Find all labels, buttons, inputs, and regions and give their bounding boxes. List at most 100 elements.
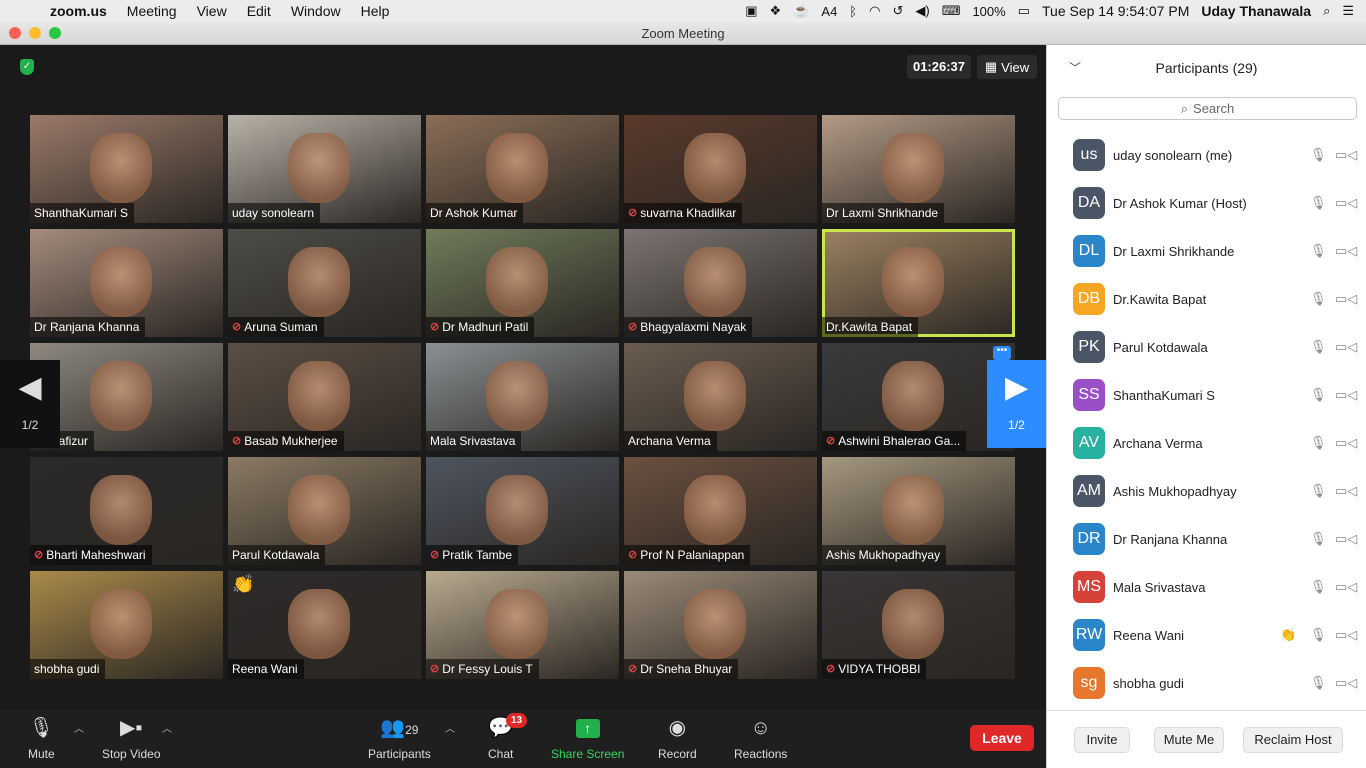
video-camera-icon[interactable]: ▭◁: [1335, 147, 1357, 163]
video-camera-icon[interactable]: ▭◁: [1335, 531, 1357, 547]
participants-button[interactable]: 👥29 Participants: [368, 714, 431, 761]
coffee-icon[interactable]: ☕: [793, 3, 809, 19]
microphone-icon[interactable]: 🎙: [1310, 339, 1327, 355]
video-tile[interactable]: Dr Ranjana Khanna: [30, 229, 223, 337]
video-tile[interactable]: Dr.Kawita Bapat: [822, 229, 1015, 337]
video-camera-icon[interactable]: ▭◁: [1335, 675, 1357, 691]
menu-edit[interactable]: Edit: [237, 3, 281, 19]
mute-button[interactable]: 🎙 Mute: [28, 714, 55, 761]
microphone-icon[interactable]: 🎙: [1310, 531, 1327, 547]
microphone-icon[interactable]: 🎙: [1310, 291, 1327, 307]
participant-row[interactable]: AV Archana Verma 🎙 ▭◁: [1047, 419, 1366, 467]
video-tile[interactable]: ⊘ Bharti Maheshwari: [30, 457, 223, 565]
microphone-icon[interactable]: 🎙: [1310, 387, 1327, 403]
video-tile[interactable]: ⊘ Basab Mukherjee: [228, 343, 421, 451]
participant-row[interactable]: DR Dr Ranjana Khanna 🎙 ▭◁: [1047, 515, 1366, 563]
participant-row[interactable]: AM Ashis Mukhopadhyay 🎙 ▭◁: [1047, 467, 1366, 515]
video-tile[interactable]: ⊘ Prof N Palaniappan: [624, 457, 817, 565]
microphone-icon[interactable]: 🎙: [1310, 627, 1327, 643]
video-camera-icon[interactable]: ▭◁: [1335, 627, 1357, 643]
microphone-icon[interactable]: 🎙: [1310, 147, 1327, 163]
video-tile[interactable]: Ashis Mukhopadhyay: [822, 457, 1015, 565]
video-tile[interactable]: uday sonolearn: [228, 115, 421, 223]
participant-row[interactable]: us uday sonolearn (me) 🎙 ▭◁: [1047, 131, 1366, 179]
share-screen-button[interactable]: ↑ Share Screen: [551, 714, 624, 761]
menu-view[interactable]: View: [187, 3, 237, 19]
video-camera-icon[interactable]: ▭◁: [1335, 243, 1357, 259]
menu-meeting[interactable]: Meeting: [117, 3, 187, 19]
menu-help[interactable]: Help: [351, 3, 400, 19]
wifi-icon[interactable]: ◠: [869, 3, 880, 19]
participant-row[interactable]: MS Mala Srivastava 🎙 ▭◁: [1047, 563, 1366, 611]
audio-options-chevron-icon[interactable]: ︿: [74, 720, 84, 735]
zoom-tray-icon[interactable]: ▣: [745, 3, 757, 19]
spotlight-search-icon[interactable]: ⌕: [1323, 3, 1330, 19]
microphone-icon[interactable]: 🎙: [1310, 579, 1327, 595]
reactions-button[interactable]: ☺ Reactions: [734, 714, 787, 761]
video-camera-icon[interactable]: ▭◁: [1335, 483, 1357, 499]
keyboard-icon[interactable]: ⌨: [942, 3, 961, 19]
video-camera-icon[interactable]: ▭◁: [1335, 387, 1357, 403]
time-machine-icon[interactable]: ↺: [892, 3, 903, 19]
video-tile[interactable]: ⊘ Pratik Tambe: [426, 457, 619, 565]
minimize-window-button[interactable]: [29, 27, 41, 39]
video-tile[interactable]: ⊘ suvarna Khadilkar: [624, 115, 817, 223]
participant-row[interactable]: PK Parul Kotdawala 🎙 ▭◁: [1047, 323, 1366, 371]
video-tile[interactable]: ⊘ VIDYA THOBBI: [822, 571, 1015, 679]
record-button[interactable]: ◉ Record: [658, 714, 697, 761]
video-tile[interactable]: ⊘ Dr Madhuri Patil: [426, 229, 619, 337]
bluetooth-icon[interactable]: ᛒ: [849, 4, 857, 19]
video-tile[interactable]: Parul Kotdawala: [228, 457, 421, 565]
security-shield-icon[interactable]: ✓: [20, 59, 34, 75]
video-camera-icon[interactable]: ▭◁: [1335, 579, 1357, 595]
chevron-down-icon[interactable]: ﹀: [1069, 59, 1081, 76]
stop-video-button[interactable]: ▶▪ Stop Video: [102, 714, 161, 761]
video-tile[interactable]: ⊘ Bhagyalaxmi Nayak: [624, 229, 817, 337]
video-camera-icon[interactable]: ▭◁: [1335, 291, 1357, 307]
microphone-icon[interactable]: 🎙: [1310, 195, 1327, 211]
leave-meeting-button[interactable]: Leave: [970, 725, 1034, 751]
participant-row[interactable]: DB Dr.Kawita Bapat 🎙 ▭◁: [1047, 275, 1366, 323]
notification-center-icon[interactable]: ☰: [1342, 3, 1354, 19]
video-tile[interactable]: ShanthaKumari S: [30, 115, 223, 223]
menu-user-name[interactable]: Uday Thanawala: [1201, 3, 1311, 19]
video-tile[interactable]: Archana Verma: [624, 343, 817, 451]
participant-search-input[interactable]: ⌕ Search: [1058, 97, 1357, 120]
more-options-icon[interactable]: •••: [993, 346, 1011, 360]
video-tile[interactable]: ⊘ Aruna Suman: [228, 229, 421, 337]
reclaim-host-button[interactable]: Reclaim Host: [1243, 727, 1343, 753]
view-button[interactable]: ▦ View: [977, 55, 1037, 79]
next-page-button[interactable]: ▶ 1/2: [987, 360, 1046, 448]
microphone-icon[interactable]: 🎙: [1310, 435, 1327, 451]
participant-row[interactable]: SS ShanthaKumari S 🎙 ▭◁: [1047, 371, 1366, 419]
participants-options-chevron-icon[interactable]: ︿: [445, 720, 455, 735]
participant-row[interactable]: RW Reena Wani 👏 🎙 ▭◁: [1047, 611, 1366, 659]
menu-clock[interactable]: Tue Sep 14 9:54:07 PM: [1042, 3, 1189, 19]
video-camera-icon[interactable]: ▭◁: [1335, 435, 1357, 451]
video-tile[interactable]: 👏 Reena Wani: [228, 571, 421, 679]
video-camera-icon[interactable]: ▭◁: [1335, 339, 1357, 355]
microphone-icon[interactable]: 🎙: [1310, 675, 1327, 691]
participant-row[interactable]: sg shobha gudi 🎙 ▭◁: [1047, 659, 1366, 707]
microphone-icon[interactable]: 🎙: [1310, 243, 1327, 259]
menu-app-name[interactable]: zoom.us: [40, 3, 117, 19]
previous-page-button[interactable]: ◀ 1/2: [0, 360, 60, 448]
video-tile[interactable]: Dr Ashok Kumar: [426, 115, 619, 223]
video-camera-icon[interactable]: ▭◁: [1335, 195, 1357, 211]
video-options-chevron-icon[interactable]: ︿: [162, 720, 172, 735]
close-window-button[interactable]: [9, 27, 21, 39]
mute-me-button[interactable]: Mute Me: [1154, 727, 1224, 753]
adobe-icon[interactable]: A4: [821, 4, 837, 19]
video-tile[interactable]: shobha gudi: [30, 571, 223, 679]
video-tile[interactable]: ⊘ Dr Sneha Bhuyar: [624, 571, 817, 679]
battery-icon[interactable]: ▭: [1018, 3, 1030, 19]
volume-icon[interactable]: ◀): [915, 3, 929, 19]
menu-window[interactable]: Window: [281, 3, 351, 19]
zoom-window-button[interactable]: [49, 27, 61, 39]
invite-button[interactable]: Invite: [1074, 727, 1130, 753]
video-tile[interactable]: Mala Srivastava: [426, 343, 619, 451]
participant-row[interactable]: DA Dr Ashok Kumar (Host) 🎙 ▭◁: [1047, 179, 1366, 227]
video-tile[interactable]: ⊘ Dr Fessy Louis T: [426, 571, 619, 679]
microphone-icon[interactable]: 🎙: [1310, 483, 1327, 499]
video-tile[interactable]: Dr Laxmi Shrikhande: [822, 115, 1015, 223]
